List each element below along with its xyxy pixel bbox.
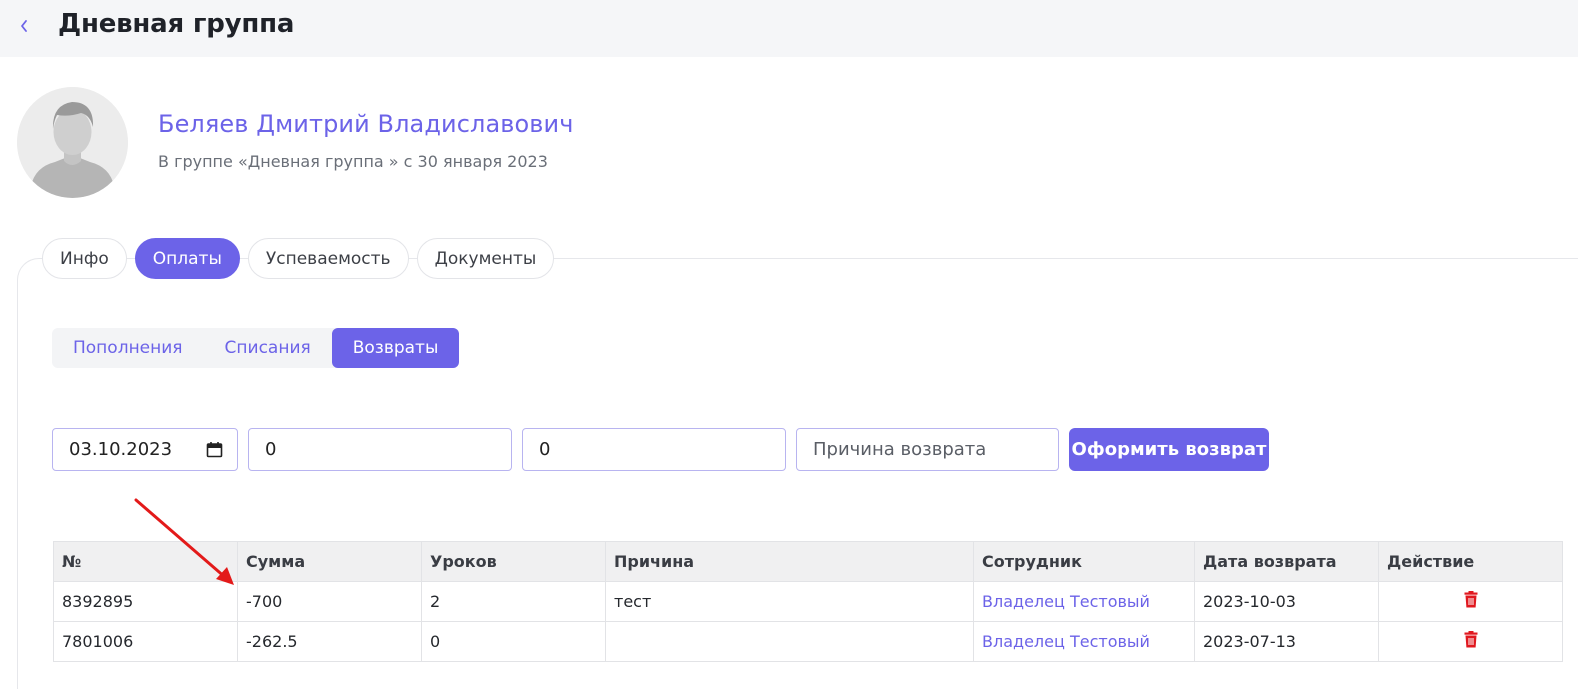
top-bar: Дневная группа: [0, 0, 1578, 57]
user-subtitle: В группе «Дневная группа » с 30 января 2…: [158, 152, 548, 171]
refund-date-input[interactable]: 03.10.2023: [52, 428, 238, 471]
trash-icon[interactable]: [1464, 631, 1478, 648]
cell-amount: -262.5: [237, 621, 422, 662]
column-header-amount: Сумма: [237, 541, 422, 582]
cell-reason: тест: [605, 581, 974, 622]
column-header-refund-date: Дата возврата: [1194, 541, 1379, 582]
cell-action: [1378, 621, 1563, 662]
main-tabs: Инфо Оплаты Успеваемость Документы: [42, 238, 555, 279]
tab-progress[interactable]: Успеваемость: [247, 238, 409, 279]
user-name[interactable]: Беляев Дмитрий Владиславович: [158, 110, 574, 138]
column-header-employee: Сотрудник: [973, 541, 1195, 582]
table-row: 7801006 -262.5 0 Владелец Тестовый 2023-…: [53, 621, 1563, 662]
refund-lessons-input[interactable]: 0: [522, 428, 786, 471]
column-header-action: Действие: [1378, 541, 1563, 582]
refund-date-value: 03.10.2023: [69, 439, 173, 460]
column-header-reason: Причина: [605, 541, 974, 582]
payment-subtabs: Пополнения Списания Возвраты: [52, 328, 460, 368]
avatar: [17, 87, 128, 198]
cell-refund-date: 2023-07-13: [1194, 621, 1379, 662]
refund-amount-input[interactable]: 0: [248, 428, 512, 471]
tab-info[interactable]: Инфо: [42, 238, 127, 279]
refund-form: 03.10.2023 0 0 Причина возврата Оформить…: [52, 428, 1269, 471]
annotation-arrow: [134, 498, 234, 585]
cell-number: 7801006: [53, 621, 238, 662]
submit-refund-button[interactable]: Оформить возврат: [1069, 428, 1269, 471]
chevron-left-icon: [21, 20, 27, 32]
subtab-topups[interactable]: Пополнения: [52, 328, 204, 368]
cell-reason: [605, 621, 974, 662]
back-button[interactable]: [14, 14, 34, 38]
table-header-row: № Сумма Уроков Причина Сотрудник Дата во…: [53, 541, 1563, 582]
refund-reason-input[interactable]: Причина возврата: [796, 428, 1059, 471]
page-title: Дневная группа: [58, 9, 295, 39]
subtab-refunds[interactable]: Возвраты: [331, 328, 460, 368]
subtab-writeoffs[interactable]: Списания: [204, 328, 332, 368]
cell-refund-date: 2023-10-03: [1194, 581, 1379, 622]
cell-employee-link[interactable]: Владелец Тестовый: [973, 581, 1195, 622]
refunds-table: № Сумма Уроков Причина Сотрудник Дата во…: [53, 541, 1563, 662]
tab-documents[interactable]: Документы: [416, 238, 555, 279]
calendar-icon[interactable]: [206, 441, 223, 458]
trash-icon[interactable]: [1464, 591, 1478, 608]
cell-amount: -700: [237, 581, 422, 622]
column-header-lessons: Уроков: [421, 541, 606, 582]
cell-employee-link[interactable]: Владелец Тестовый: [973, 621, 1195, 662]
cell-lessons: 2: [421, 581, 606, 622]
cell-action: [1378, 581, 1563, 622]
cell-lessons: 0: [421, 621, 606, 662]
tab-payments[interactable]: Оплаты: [134, 238, 240, 279]
table-row: 8392895 -700 2 тест Владелец Тестовый 20…: [53, 581, 1563, 622]
